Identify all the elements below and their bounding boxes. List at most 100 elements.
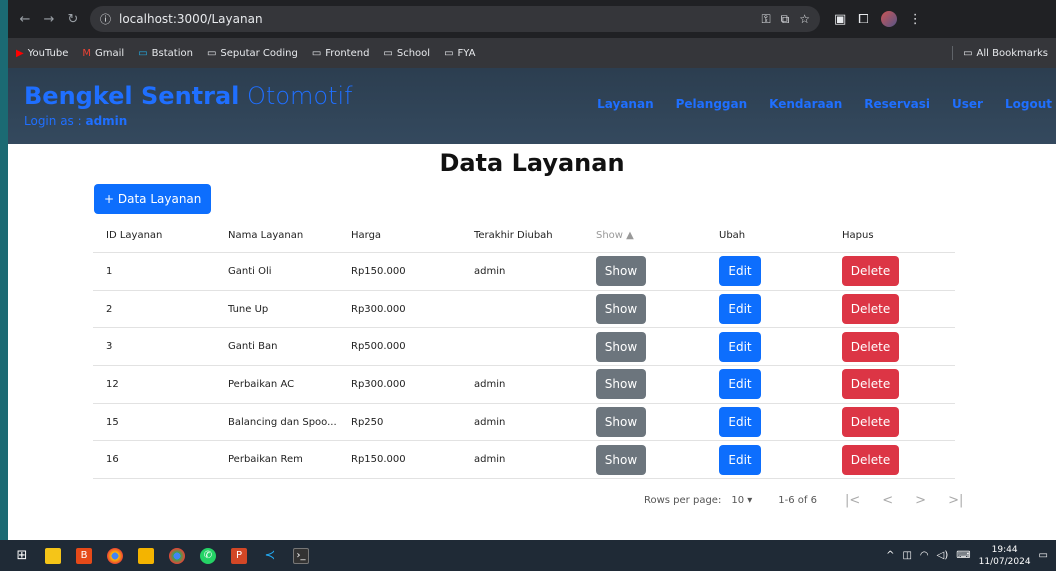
edit-button[interactable]: Edit — [719, 331, 761, 362]
edit-button[interactable]: Edit — [719, 407, 761, 438]
add-layanan-button[interactable]: + Data Layanan — [94, 184, 212, 214]
nav-logout[interactable]: Logout — [1005, 97, 1052, 111]
header-hapus[interactable]: Hapus — [830, 230, 955, 241]
cell-harga: Rp150.000 — [351, 265, 406, 277]
chevron-up-icon[interactable]: ^ — [886, 550, 894, 561]
address-bar[interactable]: ⓘ localhost:3000/Layanan ⚿ ⧉ ☆ — [90, 6, 820, 32]
next-page-icon[interactable]: > — [915, 493, 926, 508]
header-ubah[interactable]: Ubah — [707, 230, 830, 241]
cell-hapus: Delete — [830, 294, 955, 325]
nav-reservasi[interactable]: Reservasi — [864, 97, 930, 111]
back-icon[interactable]: ← — [14, 8, 36, 30]
delete-button[interactable]: Delete — [842, 294, 899, 325]
nav-layanan[interactable]: Layanan — [597, 97, 653, 111]
edit-button[interactable]: Edit — [719, 256, 761, 287]
forward-icon[interactable]: → — [38, 8, 60, 30]
windows-start-icon[interactable]: ⊞ — [14, 548, 30, 564]
bookmark-frontend[interactable]: ▭ Frontend — [312, 48, 370, 59]
bookmark-fya[interactable]: ▭ FYA — [444, 48, 475, 59]
cell-id: 15 — [106, 416, 119, 428]
header-id[interactable]: ID Layanan — [93, 230, 215, 241]
cell-show: Show — [584, 256, 707, 287]
bookmark-seputar-coding[interactable]: ▭ Seputar Coding — [207, 48, 298, 59]
nav-user[interactable]: User — [952, 97, 983, 111]
last-page-icon[interactable]: >| — [948, 493, 963, 508]
password-key-icon[interactable]: ⚿ — [762, 12, 771, 27]
edit-button[interactable]: Edit — [719, 369, 761, 400]
edit-button[interactable]: Edit — [719, 444, 761, 475]
data-table: ID Layanan Nama Layanan Harga Terakhir D… — [93, 218, 955, 480]
show-button[interactable]: Show — [596, 256, 646, 287]
cell-terakhir-diubah: admin — [474, 265, 506, 277]
whatsapp-icon[interactable]: ✆ — [200, 547, 216, 564]
all-bookmarks[interactable]: ▭ All Bookmarks — [963, 48, 1048, 59]
rows-per-page-select[interactable]: 10 ▾ — [731, 495, 752, 506]
header-terakhir-diubah[interactable]: Terakhir Diubah — [461, 230, 584, 241]
chrome-active-icon[interactable] — [169, 547, 185, 564]
bookmark-star-icon[interactable]: ☆ — [799, 12, 810, 27]
cell-nama: Tune Up — [228, 303, 269, 315]
chrome-icon[interactable] — [107, 547, 123, 564]
cell-ubah: Edit — [707, 331, 830, 362]
show-button[interactable]: Show — [596, 369, 646, 400]
cell-nama: Ganti Oli — [228, 265, 272, 277]
file-explorer-icon[interactable] — [138, 547, 154, 564]
sticky-notes-icon[interactable] — [45, 547, 61, 564]
bookmark-school[interactable]: ▭ School — [383, 48, 430, 59]
reload-icon[interactable]: ↻ — [62, 8, 84, 30]
windows-taskbar: ⊞ B ✆ P ≺ ›_ ^ ◫ ◠ ◁) ⌨ 19:44 11/07/2024… — [0, 540, 1056, 571]
cell-nama: Balancing dan Spoo... — [228, 416, 337, 428]
app-icon[interactable]: B — [76, 547, 92, 564]
extensions-puzzle-icon[interactable]: ⧠ — [858, 12, 868, 27]
kebab-menu-icon[interactable]: ⋮ — [909, 12, 922, 27]
delete-button[interactable]: Delete — [842, 369, 899, 400]
edit-button[interactable]: Edit — [719, 294, 761, 325]
notification-icon[interactable]: ▭ — [1039, 550, 1048, 561]
cell-ubah: Edit — [707, 256, 830, 287]
show-button[interactable]: Show — [596, 407, 646, 438]
volume-icon[interactable]: ◁) — [937, 550, 949, 561]
header-harga[interactable]: Harga — [338, 230, 461, 241]
network-icon[interactable]: ◫ — [902, 550, 911, 561]
cell-ubah: Edit — [707, 407, 830, 438]
bookmark-youtube[interactable]: ▶ YouTube — [16, 48, 68, 59]
delete-button[interactable]: Delete — [842, 444, 899, 475]
vscode-icon[interactable]: ≺ — [262, 548, 278, 564]
rows-per-page-label: Rows per page: — [644, 495, 722, 506]
delete-button[interactable]: Delete — [842, 407, 899, 438]
terminal-icon[interactable]: ›_ — [293, 547, 309, 564]
header-show[interactable]: Show ▲ — [584, 230, 707, 241]
bookmark-bstation[interactable]: ▭ Bstation — [138, 48, 193, 59]
cell-harga: Rp300.000 — [351, 303, 406, 315]
system-clock[interactable]: 19:44 11/07/2024 — [979, 544, 1031, 568]
cell-harga: Rp300.000 — [351, 378, 406, 390]
cell-show: Show — [584, 407, 707, 438]
brand-logo[interactable]: Bengkel Sentral Otomotif — [24, 82, 353, 110]
install-app-icon[interactable]: ⧉ — [781, 12, 790, 27]
delete-button[interactable]: Delete — [842, 256, 899, 287]
cell-ubah: Edit — [707, 294, 830, 325]
keyboard-icon[interactable]: ⌨ — [956, 550, 970, 561]
nav-kendaraan[interactable]: Kendaraan — [769, 97, 842, 111]
extension-icon[interactable]: ▣ — [834, 12, 846, 27]
site-info-icon[interactable]: ⓘ — [100, 11, 111, 27]
table-header: ID Layanan Nama Layanan Harga Terakhir D… — [93, 218, 955, 253]
cell-nama: Perbaikan AC — [228, 378, 295, 390]
youtube-icon: ▶ — [16, 47, 24, 59]
header-nama[interactable]: Nama Layanan — [215, 230, 338, 241]
bookmark-gmail[interactable]: M Gmail — [82, 48, 124, 59]
cell-harga: Rp150.000 — [351, 454, 406, 466]
prev-page-icon[interactable]: < — [882, 493, 893, 508]
delete-button[interactable]: Delete — [842, 331, 899, 362]
show-button[interactable]: Show — [596, 294, 646, 325]
nav-pelanggan[interactable]: Pelanggan — [676, 97, 748, 111]
table-row: 1 Ganti Oli Rp150.000 admin Show Edit De… — [93, 253, 955, 291]
show-button[interactable]: Show — [596, 444, 646, 475]
cell-id: 2 — [106, 303, 113, 315]
wifi-icon[interactable]: ◠ — [920, 550, 929, 561]
cell-show: Show — [584, 369, 707, 400]
show-button[interactable]: Show — [596, 331, 646, 362]
profile-avatar[interactable] — [880, 11, 897, 27]
first-page-icon[interactable]: |< — [845, 493, 860, 508]
powerpoint-icon[interactable]: P — [231, 547, 247, 564]
